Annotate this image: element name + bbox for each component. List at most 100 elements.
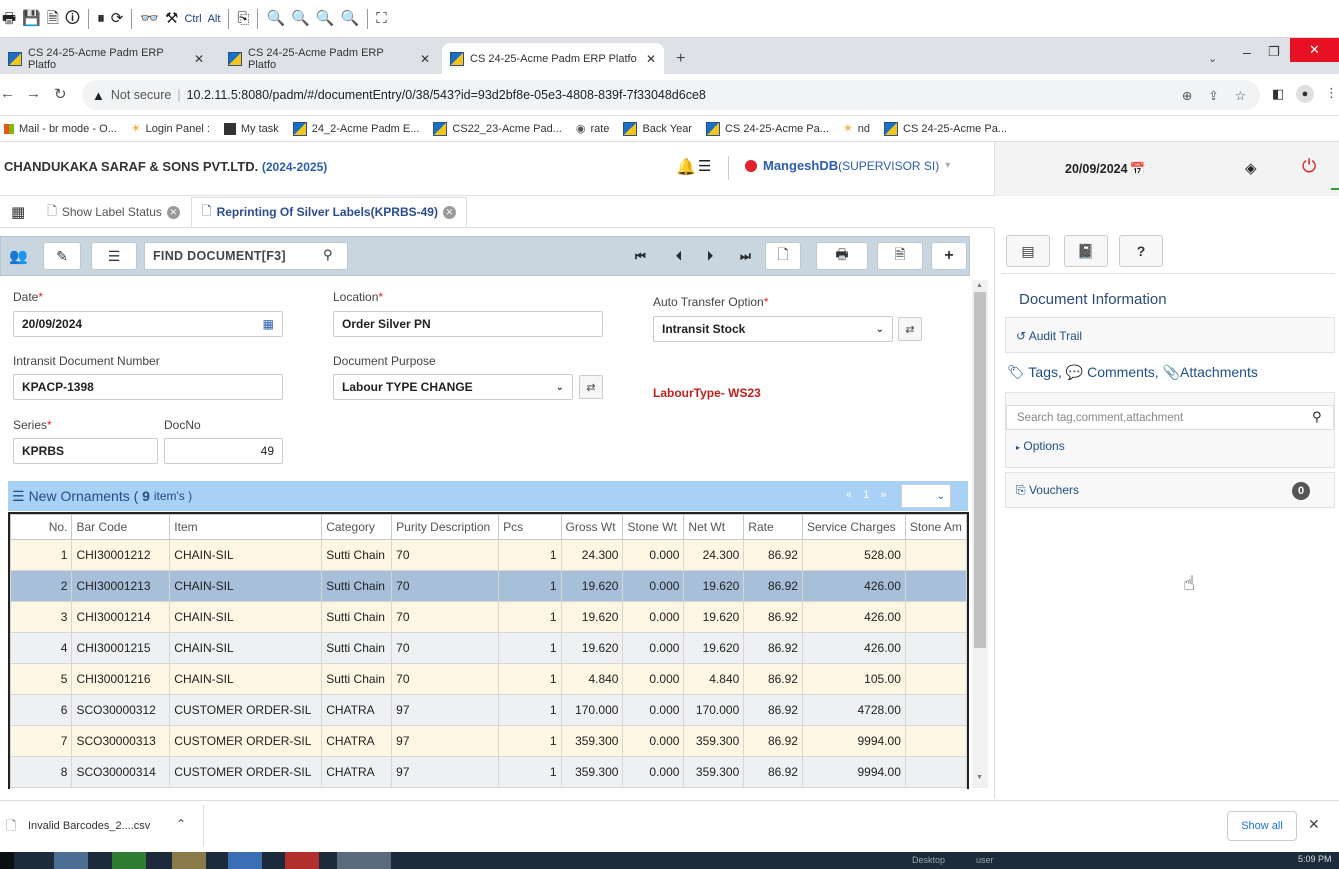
edit-button[interactable]: ✎ [43, 242, 81, 270]
share-icon[interactable]: ⇪ [1208, 88, 1218, 103]
bookmark-item[interactable]: CS22_23-Acme Pad... [433, 121, 562, 136]
find-document-input[interactable]: FIND DOCUMENT[F3] [144, 242, 348, 270]
show-all-button[interactable]: Show all [1227, 811, 1297, 841]
column-header[interactable]: Rate [743, 514, 803, 540]
bookmark-item[interactable]: Mail - br mode - O... [4, 123, 117, 135]
table-row[interactable]: 7 SCO30000313 CUSTOMER ORDER-SIL CHATRA 97 1 3… [10, 725, 967, 757]
column-header[interactable]: Purity Description [391, 514, 500, 540]
column-header[interactable]: Pcs [498, 514, 562, 540]
options-toggle[interactable]: ▸ Options [1016, 439, 1065, 453]
bookmark-item[interactable]: ☀ nd [843, 122, 870, 136]
chevron-up-icon[interactable]: ⌃ [176, 817, 186, 831]
bookmark-item[interactable]: Back Year [623, 121, 692, 136]
audit-trail-card[interactable]: ↺ Audit Trail [1005, 317, 1335, 353]
search-icon[interactable]: ⚲ [1312, 409, 1322, 425]
menu-kebab-icon[interactable]: ⋮ [1325, 85, 1338, 101]
column-header[interactable]: Bar Code [71, 514, 171, 540]
search-icon[interactable]: ⚲ [323, 247, 333, 263]
info-tab-button[interactable]: ▤ [1006, 235, 1050, 267]
new-tab-icon[interactable]: + [676, 50, 685, 68]
taskbar-app-icon[interactable] [54, 852, 88, 869]
zoom-out-icon[interactable]: 🔍 [291, 11, 310, 26]
pager[interactable]: « 1 » [846, 489, 890, 501]
scroll-down-icon[interactable]: ▼ [976, 774, 983, 781]
users-icon[interactable]: 👥 [9, 247, 28, 265]
copy-icon[interactable]: ⎘ [237, 11, 249, 26]
user-menu[interactable]: MangeshDB (SUPERVISOR SI) ▾ [745, 158, 950, 173]
taskbar-chrome-icon[interactable] [337, 852, 391, 869]
info-icon[interactable]: 🛈 [65, 11, 80, 26]
vouchers-card[interactable]: ⎘ Vouchers 0 [1005, 472, 1335, 508]
profile-icon[interactable]: ● [1296, 85, 1314, 103]
last-record-icon[interactable]: ⏭ [740, 249, 751, 264]
column-header[interactable]: Category [321, 514, 393, 540]
audit-trail-link[interactable]: ↺ Audit Trail [1016, 329, 1082, 343]
list-view-button[interactable]: ☰ [91, 242, 137, 270]
bookmark-item[interactable]: My task [223, 122, 279, 135]
date-field[interactable]: 20/09/2024 ▦ [13, 311, 283, 337]
minimize-icon[interactable]: – [1243, 44, 1251, 60]
browser-tab[interactable]: CS 24-25-Acme Padm ERP Platfo ✕ [220, 43, 438, 74]
first-record-icon[interactable]: ⏮ [635, 249, 646, 264]
table-row[interactable]: 1 CHI30001212 CHAIN-SIL Sutti Chain 70 1 24.30… [10, 539, 967, 571]
save-icon[interactable]: 💾 [22, 11, 41, 26]
page-size-select[interactable]: ⌄ [901, 484, 951, 508]
table-row[interactable]: 8 SCO30000314 CUSTOMER ORDER-SIL CHATRA 97 1 3… [10, 756, 967, 788]
table-row[interactable]: 4 CHI30001215 CHAIN-SIL Sutti Chain 70 1 19.62… [10, 632, 967, 664]
column-header[interactable]: Stone Wt [622, 514, 685, 540]
start-button[interactable] [0, 852, 14, 869]
tools-icon[interactable]: ⚒ [165, 11, 178, 26]
fullscreen-icon[interactable]: ⛶ [376, 11, 387, 26]
alt-key[interactable]: Alt [208, 13, 221, 25]
new-document-button[interactable]: 🗎 [877, 242, 923, 270]
calendar-icon[interactable]: ▦ [263, 317, 274, 331]
reload-icon[interactable]: ↻ [54, 85, 67, 103]
column-header[interactable]: Gross Wt [560, 514, 624, 540]
prev-record-icon[interactable]: ⏴ [676, 249, 682, 264]
table-row[interactable]: 3 CHI30001214 CHAIN-SIL Sutti Chain 70 1 19.62… [10, 601, 967, 633]
apps-grid-icon[interactable]: ▦ [0, 197, 36, 227]
url-bar[interactable]: ▲ Not secure | 10.2.11.5:8080/padm/#/doc… [82, 80, 1260, 110]
bookmark-star-icon[interactable]: ☆ [1235, 88, 1246, 103]
bookmark-item[interactable]: 24_2-Acme Padm E... [292, 121, 419, 136]
column-header[interactable]: Stone Am [904, 514, 967, 540]
column-header[interactable]: No. [10, 514, 73, 540]
tag-search-input[interactable]: Search tag,comment,attachment [1006, 405, 1334, 430]
pause-icon[interactable]: ⏸ [97, 11, 105, 26]
power-icon[interactable]: ⏻ [1302, 156, 1316, 177]
doc-settings-button[interactable]: 🗋 [765, 242, 801, 270]
tab-show-label-status[interactable]: 🗋 Show Label Status ✕ [36, 197, 191, 227]
table-row[interactable]: 5 CHI30001216 CHAIN-SIL Sutti Chain 70 1 4.840… [10, 663, 967, 695]
next-record-icon[interactable]: ⏵ [707, 249, 713, 264]
sidepanel-icon[interactable]: ◧ [1272, 86, 1284, 102]
column-header[interactable]: Service Charges [801, 514, 906, 540]
form-scrollbar[interactable]: ▲ ▼ [972, 280, 988, 788]
calendar-icon[interactable]: 📅 [1130, 162, 1146, 176]
series-field[interactable]: KPRBS [13, 438, 158, 464]
tab-list-chevron-icon[interactable]: ⌄ [1208, 52, 1217, 65]
bookmark-item[interactable]: ☀ Login Panel : [131, 122, 210, 136]
bookmark-item[interactable]: CS 24-25-Acme Pa... [705, 121, 829, 136]
tab-reprinting-silver-labels[interactable]: 🗋 Reprinting Of Silver Labels(KPRBS-49) ✕ [190, 197, 467, 227]
forward-icon[interactable]: → [26, 85, 41, 102]
close-tab-icon[interactable]: ✕ [194, 52, 204, 66]
bookmark-item[interactable]: ◉ rate [576, 122, 610, 136]
zoom-fit-icon[interactable]: 🔍 [316, 11, 335, 26]
table-row[interactable]: 6 SCO30000312 CUSTOMER ORDER-SIL CHATRA 97 1 1… [10, 694, 967, 726]
hide-eye-icon[interactable]: ◈ [1245, 159, 1257, 177]
intransit-field[interactable]: KPACP-1398 [13, 374, 283, 400]
bell-icon[interactable]: 🔔 [676, 157, 696, 177]
scrollbar-thumb[interactable] [974, 292, 986, 648]
close-tab-icon[interactable]: ✕ [420, 52, 430, 66]
zoom-reset-icon[interactable]: 🔍 [341, 11, 360, 26]
browser-tab-active[interactable]: CS 24-25-Acme Padm ERP Platfo ✕ [442, 43, 664, 74]
taskbar-app-icon[interactable] [228, 852, 262, 869]
print-icon[interactable]: 🖶 [2, 11, 16, 26]
scroll-up-icon[interactable]: ▲ [976, 282, 983, 289]
column-header[interactable]: Item [169, 514, 323, 540]
auto-transfer-action-button[interactable]: ⇄ [898, 317, 922, 341]
notes-tab-button[interactable]: 📓 [1064, 235, 1108, 267]
close-downloads-icon[interactable]: ✕ [1308, 816, 1320, 833]
table-row[interactable]: 2 CHI30001213 CHAIN-SIL Sutti Chain 70 1 19.62… [10, 570, 967, 602]
vouchers-link[interactable]: ⎘ Vouchers [1016, 483, 1079, 498]
